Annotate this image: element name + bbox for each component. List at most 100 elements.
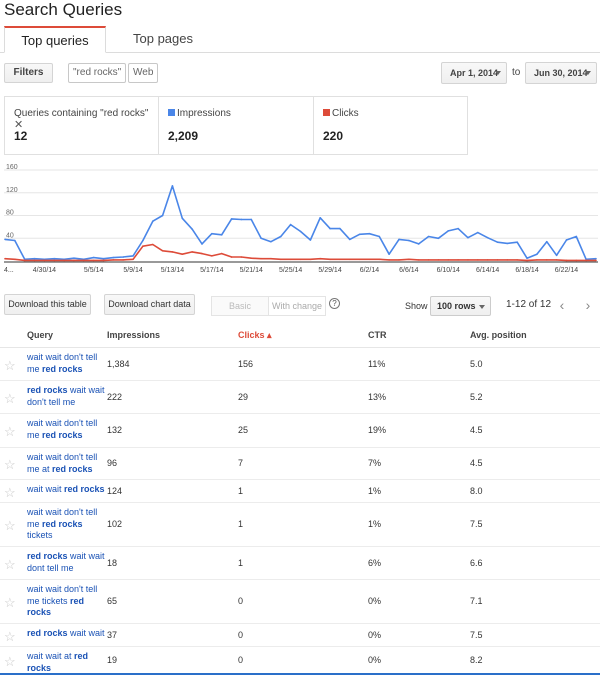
clicks-data-point (526, 259, 528, 262)
help-icon[interactable]: ? (329, 298, 340, 309)
filters-button[interactable]: Filters (4, 63, 53, 83)
x-tick-label: 5/13/14 (161, 267, 184, 274)
clicks-data-point (299, 258, 302, 261)
query-link[interactable]: wait wait don't tell me at red rocks (27, 452, 107, 475)
impressions-metric-value: 2,209 (168, 129, 199, 143)
download-chart-button[interactable]: Download chart data (104, 294, 195, 315)
next-page-button[interactable]: › (578, 296, 598, 316)
impressions-data-point (270, 240, 272, 243)
clicks-data-point (408, 258, 410, 261)
query-link[interactable]: wait wait at red rocks (27, 651, 107, 674)
table-row[interactable]: ☆ wait wait red rocks 124 1 1% 8.0 (0, 480, 600, 503)
query-link[interactable]: wait wait don't tell me red rocks ticket… (27, 507, 107, 542)
start-date-picker[interactable]: Apr 1, 2014 (441, 62, 507, 84)
tab-top-queries[interactable]: Top queries (4, 26, 106, 53)
clicks-data-point (230, 256, 233, 258)
clicks-data-point (260, 257, 262, 260)
impressions-data-point (467, 236, 469, 239)
clicks-cell: 1 (238, 486, 244, 496)
impressions-data-point (260, 237, 262, 240)
table-row[interactable]: ☆ red rocks wait wait dont tell me 18 1 6% 6… (0, 547, 600, 580)
x-tick-label: 6/6/14 (399, 267, 419, 274)
impressions-metric[interactable]: Impressions 2,209 (159, 97, 314, 154)
impressions-data-point (368, 232, 371, 235)
star-icon[interactable]: ☆ (4, 424, 16, 440)
query-link[interactable]: wait wait don't tell me red rocks (27, 352, 107, 375)
clicks-data-point (33, 259, 36, 262)
impressions-data-point (142, 239, 144, 242)
avg-position-cell: 6.6 (470, 558, 483, 568)
clicks-data-point (339, 258, 341, 261)
query-link[interactable]: red rocks wait wait dont tell me (27, 551, 107, 574)
avg-position-cell: 5.0 (470, 359, 483, 369)
metrics-panel: Queries containing "red rocks" ✕ 12 Impr… (4, 96, 468, 155)
clicks-data-point (378, 258, 381, 261)
with-change-toggle[interactable]: With change (268, 296, 326, 316)
clicks-data-point (329, 258, 331, 261)
star-icon[interactable]: ☆ (4, 518, 16, 534)
query-filter-chip[interactable]: "red rocks" (68, 63, 127, 83)
impressions-data-point (309, 239, 312, 241)
impressions-data-point (437, 237, 440, 240)
clicks-column-header[interactable]: Clicks ▴ (238, 330, 272, 341)
table-row[interactable]: ☆ wait wait don't tell me red rocks ticke… (0, 503, 600, 547)
clicks-data-point (427, 259, 430, 261)
star-icon[interactable]: ☆ (4, 629, 16, 645)
clicks-data-point (220, 252, 223, 255)
table-row[interactable]: ☆ wait wait don't tell me tickets red roc… (0, 580, 600, 624)
impressions-data-point (339, 227, 341, 230)
avg-position-column-header[interactable]: Avg. position (470, 330, 527, 340)
y-tick-label: 80 (6, 210, 14, 217)
ctr-cell: 7% (368, 458, 382, 468)
basic-toggle[interactable]: Basic (211, 296, 269, 316)
clicks-data-point (142, 245, 144, 248)
search-type-chip[interactable]: Web (128, 63, 159, 83)
table-row[interactable]: ☆ wait wait don't tell me red rocks 1,384 1… (0, 348, 600, 381)
clicks-data-point (467, 259, 469, 261)
query-column-header[interactable]: Query (27, 330, 53, 340)
table-row[interactable]: ☆ wait wait don't tell me red rocks 132 25 1… (0, 414, 600, 448)
query-link[interactable]: wait wait red rocks (27, 484, 107, 496)
query-link[interactable]: red rocks wait wait don't tell me (27, 385, 107, 408)
impressions-data-point (151, 220, 154, 222)
download-table-button[interactable]: Download this table (4, 294, 91, 315)
star-icon[interactable]: ☆ (4, 557, 16, 573)
table-row[interactable]: ☆ wait wait at red rocks 19 0 0% 8.2 (0, 647, 600, 675)
clicks-data-point (14, 258, 16, 261)
ctr-column-header[interactable]: CTR (368, 330, 387, 340)
impressions-data-point (575, 235, 578, 238)
queries-metric-label: Queries containing "red rocks" (14, 108, 149, 119)
clicks-metric[interactable]: Clicks 220 (314, 97, 468, 154)
impressions-metric-label: Impressions (177, 108, 231, 119)
star-icon[interactable]: ☆ (4, 595, 16, 611)
rows-per-page-select[interactable]: 100 rows (430, 296, 491, 316)
impressions-data-point (516, 241, 518, 244)
previous-page-button[interactable]: ‹ (552, 296, 572, 316)
star-icon[interactable]: ☆ (4, 358, 16, 374)
tab-bar: Top queries Top pages (0, 26, 600, 53)
impressions-data-point (427, 235, 430, 238)
impressions-data-point (555, 254, 558, 257)
table-row[interactable]: ☆ red rocks wait wait 37 0 0% 7.5 (0, 624, 600, 647)
star-icon[interactable]: ☆ (4, 457, 16, 473)
star-icon[interactable]: ☆ (4, 485, 16, 501)
impressions-data-point (398, 238, 400, 241)
clicks-cell: 156 (238, 359, 254, 369)
query-link[interactable]: wait wait don't tell me tickets red rock… (27, 584, 107, 619)
end-date-value: Jun 30, 2014 (534, 68, 588, 78)
table-row[interactable]: ☆ red rocks wait wait don't tell me 222 29… (0, 381, 600, 414)
query-link[interactable]: red rocks wait wait (27, 628, 107, 640)
x-tick-label: 5/5/14 (84, 267, 104, 274)
end-date-picker[interactable]: Jun 30, 2014 (525, 62, 597, 84)
impressions-column-header[interactable]: Impressions (107, 330, 160, 340)
query-link[interactable]: wait wait don't tell me red rocks (27, 418, 107, 441)
tab-top-pages[interactable]: Top pages (112, 26, 214, 53)
clicks-cell: 29 (238, 392, 249, 402)
impressions-data-point (4, 238, 6, 241)
star-icon[interactable]: ☆ (4, 391, 16, 407)
clicks-data-point (83, 259, 85, 262)
impressions-data-point (122, 256, 124, 258)
star-icon[interactable]: ☆ (4, 654, 16, 670)
table-row[interactable]: ☆ wait wait don't tell me at red rocks 96 7… (0, 448, 600, 480)
clicks-data-point (181, 253, 184, 255)
